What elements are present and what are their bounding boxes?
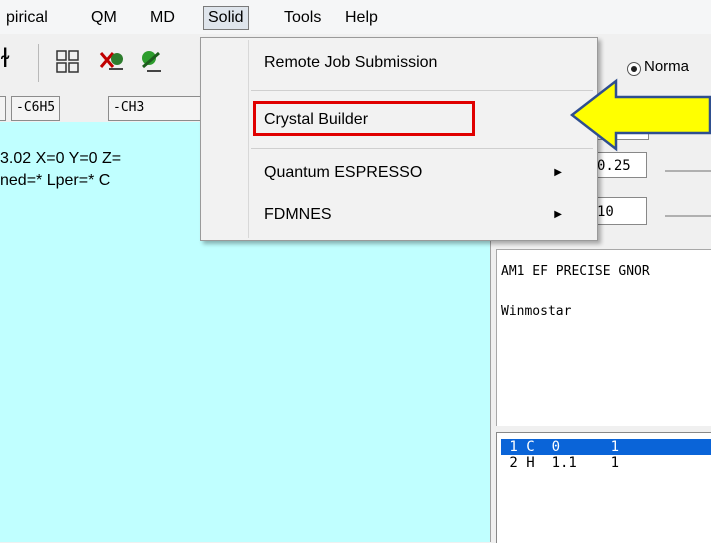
hydrogen-tool-icon[interactable]: ɫ — [0, 44, 10, 74]
slider-track-1[interactable] — [665, 170, 711, 172]
menu-md[interactable]: MD — [146, 7, 179, 29]
menu-empirical[interactable]: pirical — [2, 7, 52, 29]
input-field-2[interactable]: 0.25 — [592, 152, 647, 178]
delete-fragment-icon[interactable] — [97, 47, 127, 77]
submenu-arrow-icon: ▶ — [554, 209, 562, 220]
menu-help[interactable]: Help — [341, 7, 382, 29]
menu-separator — [251, 148, 593, 149]
menu-qm[interactable]: QM — [87, 7, 121, 29]
comment-text: Winmostar — [501, 304, 572, 319]
grid-icon[interactable] — [55, 49, 81, 75]
radio-normal-label: Norma — [644, 58, 690, 75]
add-fragment-icon[interactable] — [137, 47, 167, 77]
coordinate-status: 3.02 X=0 Y=0 Z= — [0, 150, 122, 167]
radio-normal[interactable] — [626, 61, 642, 77]
menu-quantum-espresso[interactable]: Quantum ESPRESSO ▶ — [264, 162, 580, 184]
highlight-box — [253, 101, 475, 136]
keywords-textarea[interactable]: AM1 EF PRECISE GNOR Winmostar — [496, 249, 711, 426]
atom-list[interactable]: 1 C 0 1 2 H 1.1 1 — [496, 432, 711, 543]
link-status: ned=* Lper=* C — [0, 172, 111, 189]
fragment-ch3-button[interactable]: -CH3 — [108, 96, 210, 121]
menu-tools[interactable]: Tools — [280, 7, 325, 29]
menu-separator — [251, 90, 593, 91]
toolbar-separator — [38, 44, 39, 82]
menu-bar: pirical QM MD Solid Tools Help — [0, 0, 711, 34]
menu-gutter — [248, 40, 249, 238]
menu-remote-job-submission[interactable]: Remote Job Submission — [264, 52, 437, 74]
atom-row[interactable]: 1 C 0 1 — [501, 439, 619, 455]
fragment-button-partial[interactable] — [0, 96, 6, 121]
atom-row[interactable]: 2 H 1.1 1 — [501, 455, 619, 471]
menu-quantum-espresso-label: Quantum ESPRESSO — [264, 164, 423, 181]
input-field-3[interactable]: 10 — [592, 197, 647, 225]
fragment-c6h5-button[interactable]: -C6H5 — [11, 96, 61, 121]
menu-solid[interactable]: Solid — [203, 6, 249, 30]
keywords-text: AM1 EF PRECISE GNOR — [501, 264, 650, 279]
slider-track-2[interactable] — [665, 215, 711, 217]
menu-fdmnes[interactable]: FDMNES ▶ — [264, 204, 580, 226]
solid-dropdown-menu: Remote Job Submission Crystal Builder Qu… — [200, 37, 598, 241]
menu-fdmnes-label: FDMNES — [264, 206, 332, 223]
submenu-arrow-icon: ▶ — [554, 167, 562, 178]
pointer-arrow-icon — [570, 78, 711, 152]
